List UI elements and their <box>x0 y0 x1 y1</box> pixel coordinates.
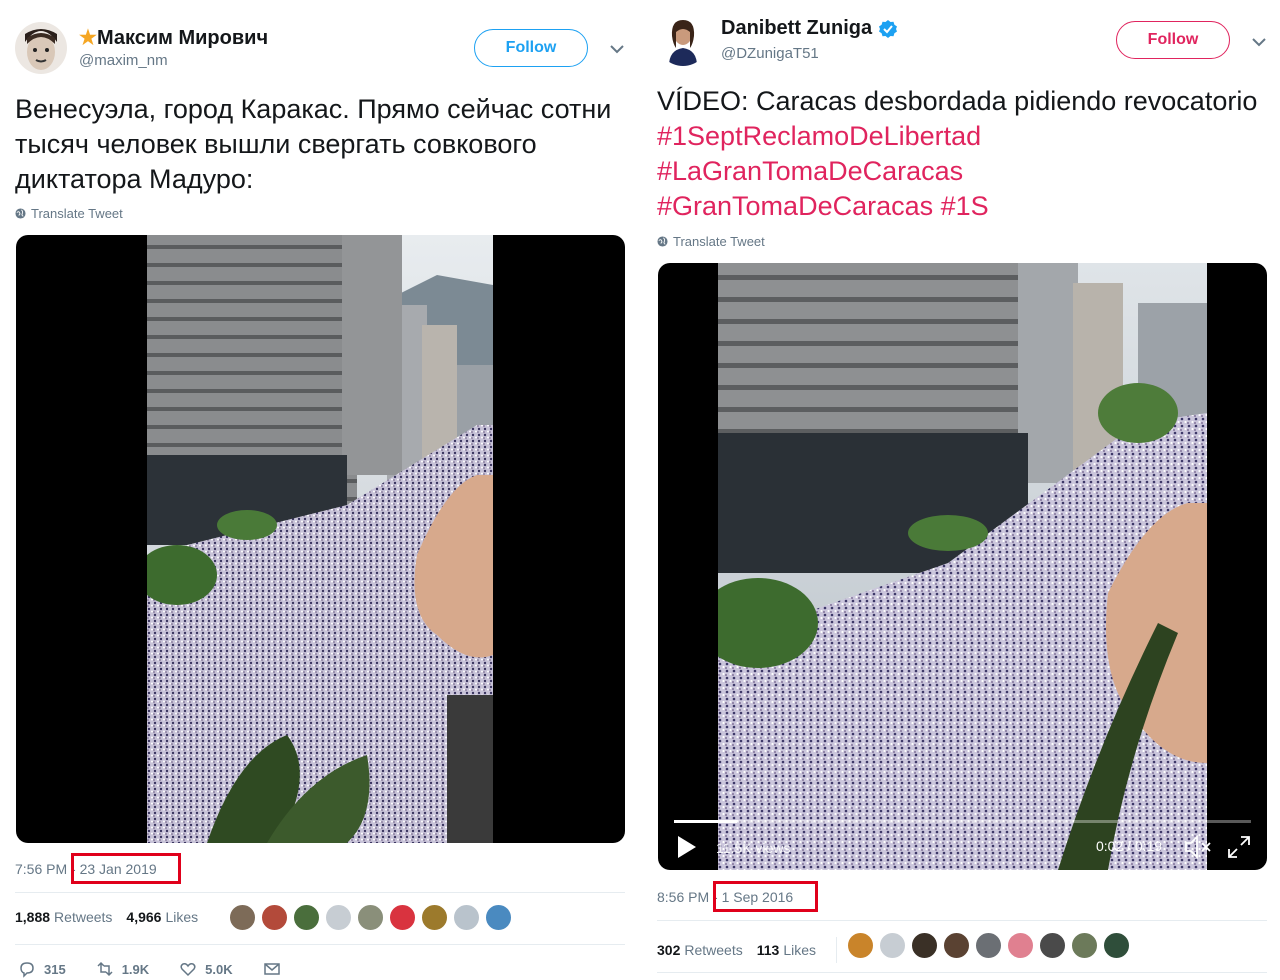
likes-label: Likes <box>783 942 816 958</box>
display-name[interactable]: Danibett Zuniga <box>721 17 898 40</box>
translate-label: Translate Tweet <box>673 234 765 249</box>
video-views: 11.5K views <box>716 840 791 856</box>
engagement-stats: 1,888 Retweets 4,966 Likes <box>15 909 212 925</box>
handle[interactable]: @maxim_nm <box>79 52 168 69</box>
mute-icon[interactable] <box>1184 834 1214 860</box>
avatar[interactable] <box>975 932 1002 959</box>
handle[interactable]: @DZunigaT51 <box>721 45 819 62</box>
video-progress-fill <box>674 820 738 823</box>
reply-count: 315 <box>44 961 66 977</box>
like-button[interactable]: 5.0K <box>179 960 233 978</box>
avatar[interactable] <box>485 904 512 931</box>
display-name[interactable]: ★Максим Мирович <box>79 25 268 50</box>
likes-count: 4,966 <box>126 909 162 925</box>
tweet-body-text: VÍDEO: Caracas desbordada pidiendo revoc… <box>657 86 1258 116</box>
retweets-label: Retweets <box>684 942 743 958</box>
video-controls: 11.5K views 0:02 / 0:19 <box>658 800 1267 870</box>
video-player[interactable]: 11.5K views 0:02 / 0:19 <box>658 263 1267 870</box>
likes-label: Likes <box>165 909 199 925</box>
avatar[interactable] <box>453 904 480 931</box>
avatar[interactable] <box>293 904 320 931</box>
divider <box>657 920 1267 921</box>
envelope-icon <box>263 963 280 975</box>
retweets-label: Retweets <box>54 909 113 925</box>
tweet-text: Венесуэла, город Каракас. Прямо сейчас с… <box>15 94 612 194</box>
retweet-icon <box>97 961 113 977</box>
avatar[interactable] <box>879 932 906 959</box>
tweet-text: VÍDEO: Caracas desbordada pidiendo revoc… <box>657 84 1267 224</box>
engagement-stats: 302 Retweets 113 Likes <box>657 937 837 963</box>
hashtag-link[interactable]: #1SeptReclamoDeLibertad <box>657 121 981 151</box>
play-icon[interactable] <box>676 834 698 860</box>
avatar[interactable] <box>15 22 67 74</box>
reply-button[interactable]: 315 <box>18 960 66 978</box>
tweet-time: 8:56 PM <box>657 889 710 905</box>
follow-button[interactable]: Follow <box>1116 21 1230 59</box>
like-count: 5.0K <box>205 961 233 977</box>
display-name-text: Максим Мирович <box>96 27 269 49</box>
avatar[interactable] <box>1007 932 1034 959</box>
video-progress-bar[interactable] <box>674 820 1251 823</box>
star-icon: ★ <box>79 27 97 49</box>
message-button[interactable] <box>263 960 281 978</box>
avatar[interactable] <box>911 932 938 959</box>
translate-tweet[interactable]: Translate Tweet <box>657 234 765 249</box>
divider <box>657 972 1267 973</box>
avatar[interactable] <box>325 904 352 931</box>
avatar[interactable] <box>943 932 970 959</box>
date-highlight-box <box>71 853 181 884</box>
tweet-right: Danibett Zuniga @DZunigaT51 Follow VÍDEO… <box>640 0 1280 980</box>
retweets-count: 302 <box>657 942 681 958</box>
hashtag-link[interactable]: #GranTomaDeCaracas <box>657 191 933 221</box>
avatar[interactable] <box>847 932 874 959</box>
divider <box>15 944 625 945</box>
globe-icon <box>657 236 668 247</box>
avatar[interactable] <box>229 904 256 931</box>
avatar[interactable] <box>261 904 288 931</box>
retweets-count: 1,888 <box>15 909 51 925</box>
chevron-down-icon[interactable] <box>606 38 628 60</box>
retweets-stat[interactable]: 1,888 Retweets <box>15 909 112 925</box>
likes-stat[interactable]: 113 Likes <box>757 942 816 958</box>
video-time: 0:02 / 0:19 <box>1096 838 1163 854</box>
likes-stat[interactable]: 4,966 Likes <box>126 909 198 925</box>
chevron-down-icon[interactable] <box>1248 31 1270 53</box>
crowd-video-frame <box>147 235 493 843</box>
date-highlight-box <box>713 881 818 912</box>
crowd-video-frame <box>718 263 1207 870</box>
avatar[interactable] <box>357 904 384 931</box>
avatar[interactable] <box>1071 932 1098 959</box>
globe-icon <box>15 208 26 219</box>
hashtag-link[interactable]: #LaGranTomaDeCaracas <box>657 156 963 186</box>
avatar[interactable] <box>421 904 448 931</box>
reply-icon <box>20 962 34 978</box>
liker-avatars <box>229 904 512 931</box>
divider <box>15 892 625 893</box>
avatar[interactable] <box>389 904 416 931</box>
likes-count: 113 <box>756 942 780 958</box>
translate-tweet[interactable]: Translate Tweet <box>15 206 123 221</box>
fullscreen-icon[interactable] <box>1226 834 1252 860</box>
translate-label: Translate Tweet <box>31 206 123 221</box>
follow-button[interactable]: Follow <box>474 29 588 67</box>
retweets-stat[interactable]: 302 Retweets <box>657 942 743 958</box>
video-player[interactable] <box>16 235 625 843</box>
tweet-left: ★Максим Мирович @maxim_nm Follow Венесуэ… <box>0 0 640 980</box>
tweet-time: 7:56 PM <box>15 861 68 877</box>
divider <box>836 937 837 963</box>
avatar[interactable] <box>1103 932 1130 959</box>
display-name-text: Danibett Zuniga <box>721 17 873 39</box>
retweet-count: 1.9K <box>121 961 150 977</box>
verified-badge-icon <box>879 19 898 38</box>
retweet-button[interactable]: 1.9K <box>96 960 149 978</box>
heart-icon <box>180 963 196 977</box>
tweet-actions: 315 1.9K 5.0K <box>18 960 311 978</box>
avatar[interactable] <box>1039 932 1066 959</box>
avatar[interactable] <box>657 14 709 66</box>
hashtag-link[interactable]: #1S <box>941 191 989 221</box>
liker-avatars <box>847 932 1130 959</box>
